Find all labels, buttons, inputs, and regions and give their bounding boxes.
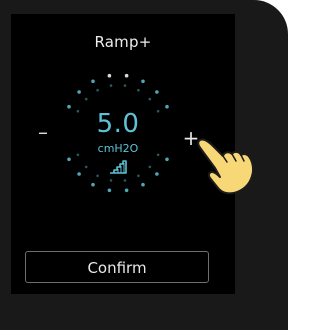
dial-dot [141,79,145,84]
dial-dot [67,157,71,162]
dial-dot [109,179,113,182]
dial-dot [96,174,99,178]
dial-dot [84,97,88,101]
dial-dot [124,188,129,193]
dial-dot [137,174,140,178]
dial-dot [77,90,81,94]
dial-dot [123,179,127,182]
dial-dot [91,79,95,84]
dial-dot [165,157,169,162]
pressure-unit: cmH2O [97,142,139,155]
dial-dot [107,188,112,193]
pressure-value: 5.0 [96,109,140,139]
dial-dot [155,172,159,176]
ramp-stairs-icon [110,160,127,174]
dial-dot [148,165,152,169]
dial-dot [77,172,81,176]
decrease-button[interactable]: – [33,122,53,142]
dial-dot [165,104,169,109]
dial-dot [109,84,113,87]
dial-dot [96,88,99,92]
dial-dot [137,88,140,92]
dial-dot [148,97,152,101]
dial-dot [155,90,159,94]
dial-dot [67,104,71,109]
dial-dot [123,84,127,87]
pointing-hand-icon [197,138,255,195]
screen-title: Ramp+ [94,33,152,51]
dial-dot [91,182,95,187]
confirm-button[interactable]: Confirm [25,251,209,283]
dial-dot [84,165,88,169]
dial-dot [107,73,112,78]
dial-dot [141,182,145,187]
dial-dot [124,73,129,78]
